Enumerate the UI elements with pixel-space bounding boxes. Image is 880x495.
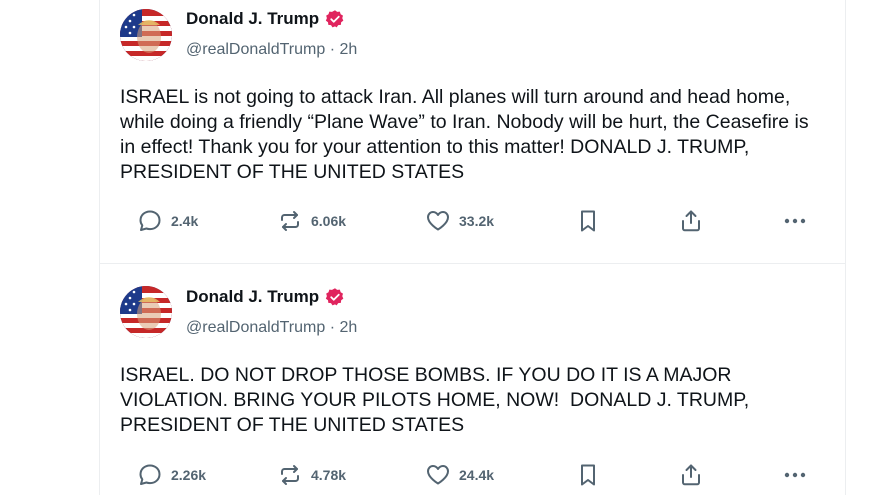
- like-button[interactable]: 33.2k: [425, 208, 494, 234]
- handle-row: @realDonaldTrump · 2h: [186, 319, 357, 337]
- post-actions: 2.4k 6.06k 33.2k: [100, 208, 845, 238]
- reply-button[interactable]: 2.4k: [137, 208, 198, 234]
- meta-separator: ·: [325, 41, 340, 58]
- reply-button[interactable]: 2.26k: [137, 462, 206, 488]
- post-text: ISRAEL is not going to attack Iran. All …: [120, 86, 815, 183]
- like-count: 33.2k: [459, 213, 495, 229]
- repost-button[interactable]: 6.06k: [277, 208, 346, 234]
- speech-bubble-icon: [139, 210, 161, 231]
- more-options-button[interactable]: [782, 462, 808, 488]
- avatar[interactable]: [120, 9, 172, 61]
- heart-icon: [427, 465, 449, 485]
- author-row: Donald J. Trump: [186, 287, 345, 307]
- like-count: 24.4k: [459, 467, 495, 483]
- share-button[interactable]: [678, 208, 704, 234]
- repost-arrows-icon: [281, 211, 299, 231]
- bookmark-icon: [581, 464, 595, 486]
- heart-icon: [427, 211, 449, 231]
- post-time[interactable]: 2h: [339, 41, 357, 58]
- reply-count: 2.4k: [171, 213, 199, 229]
- handle-row: @realDonaldTrump · 2h: [186, 41, 357, 59]
- speech-bubble-icon: [139, 464, 161, 485]
- avatar[interactable]: [120, 286, 172, 338]
- avatar-image: [120, 9, 172, 61]
- bookmark-icon: [581, 210, 595, 232]
- bookmark-button[interactable]: [575, 462, 601, 488]
- post-actions: 2.26k 4.78k 24.4k: [100, 462, 845, 492]
- share-upload-icon: [682, 210, 700, 232]
- repost-count: 4.78k: [311, 467, 347, 483]
- author-handle[interactable]: @realDonaldTrump: [186, 319, 325, 336]
- post[interactable]: Donald J. Trump @realDonaldTrump · 2h IS…: [100, 264, 845, 495]
- more-dots-icon: [784, 472, 806, 478]
- more-dots-icon: [784, 218, 806, 224]
- repost-button[interactable]: 4.78k: [277, 462, 346, 488]
- author-handle[interactable]: @realDonaldTrump: [186, 41, 325, 58]
- post-feed: Donald J. Trump @realDonaldTrump · 2h IS…: [99, 0, 846, 495]
- post-time[interactable]: 2h: [339, 319, 357, 336]
- verified-badge-icon: [326, 10, 344, 28]
- share-button[interactable]: [678, 462, 704, 488]
- verified-badge-icon: [326, 288, 344, 306]
- meta-separator: ·: [325, 319, 340, 336]
- repost-arrows-icon: [281, 465, 299, 485]
- repost-count: 6.06k: [311, 213, 347, 229]
- more-options-button[interactable]: [782, 208, 808, 234]
- post[interactable]: Donald J. Trump @realDonaldTrump · 2h IS…: [100, 0, 845, 264]
- share-upload-icon: [682, 464, 700, 486]
- like-button[interactable]: 24.4k: [425, 462, 494, 488]
- author-name[interactable]: Donald J. Trump: [186, 9, 319, 29]
- author-name[interactable]: Donald J. Trump: [186, 287, 319, 307]
- post-text: ISRAEL. DO NOT DROP THOSE BOMBS. IF YOU …: [120, 364, 755, 436]
- reply-count: 2.26k: [171, 467, 207, 483]
- bookmark-button[interactable]: [575, 208, 601, 234]
- author-row: Donald J. Trump: [186, 9, 345, 29]
- avatar-image: [120, 286, 172, 338]
